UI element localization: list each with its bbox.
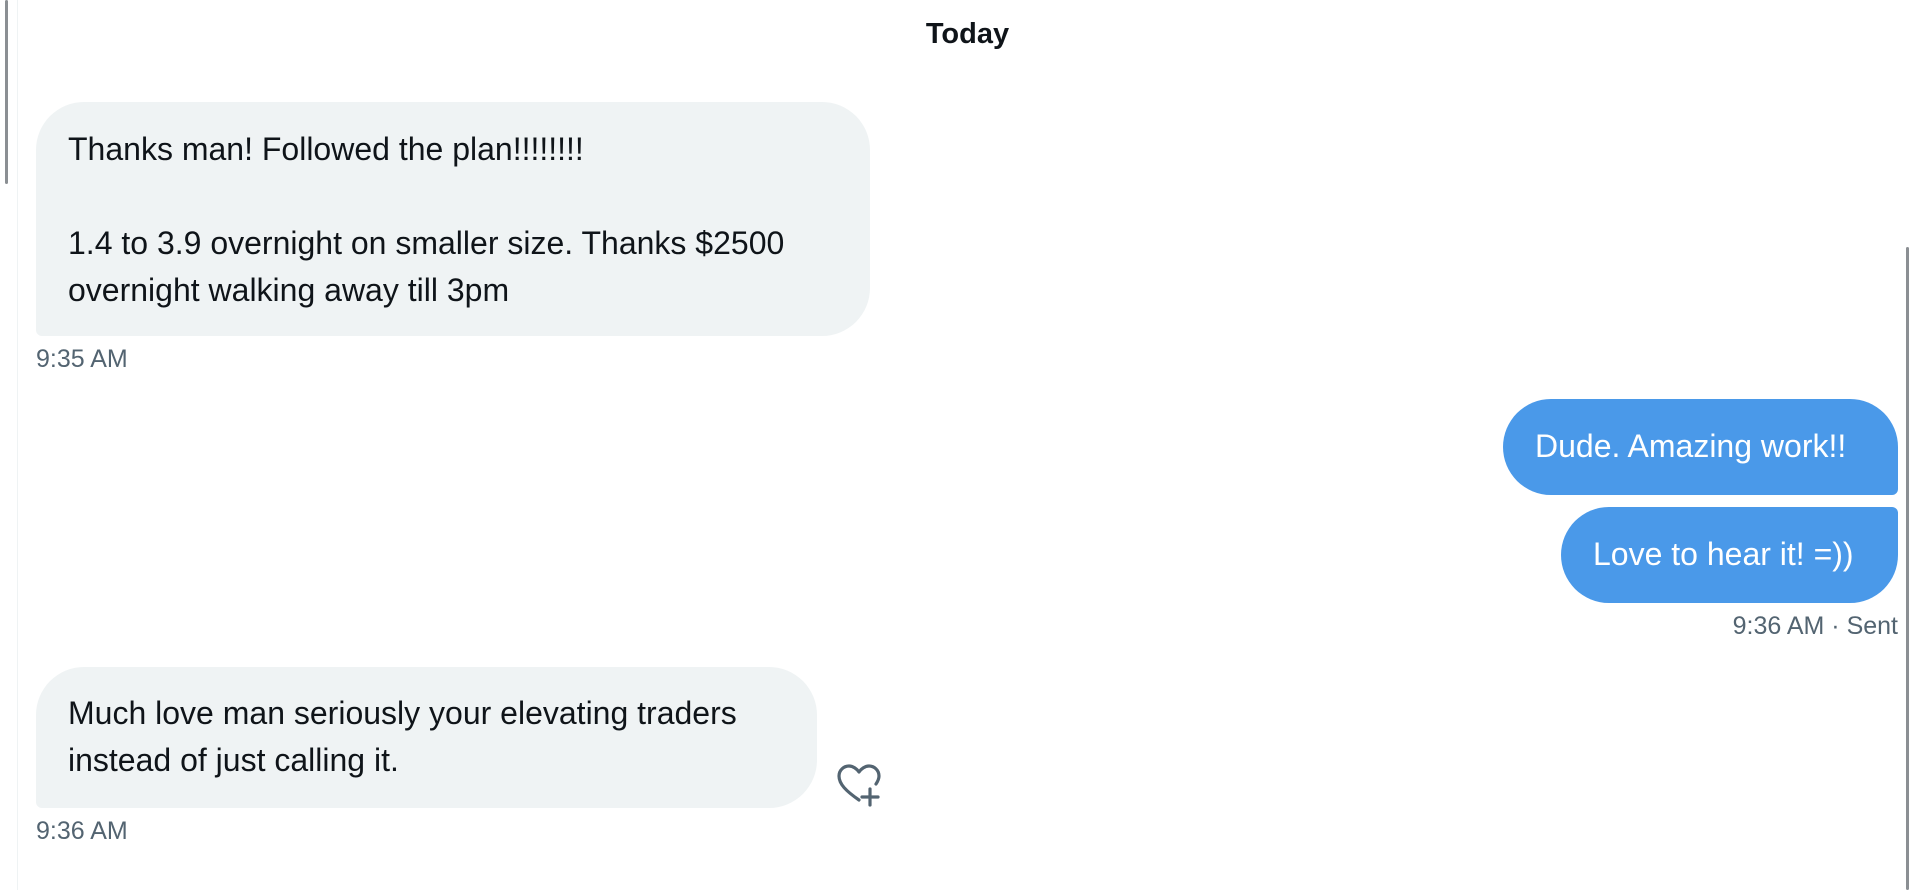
add-reaction-button[interactable]: [836, 762, 882, 808]
date-divider: Today: [925, 18, 1010, 50]
received-message-bubble[interactable]: Much love man seriously your elevating t…: [36, 667, 817, 808]
conversation-scrollbar-thumb[interactable]: [1906, 247, 1909, 890]
received-message-bubble[interactable]: Thanks man! Followed the plan!!!!!!!! 1.…: [36, 102, 870, 336]
sent-message-bubble[interactable]: Love to hear it! =)): [1561, 507, 1898, 603]
message-timestamp-sent-status: 9:36 AM · Sent: [1732, 612, 1898, 640]
column-divider: [17, 0, 18, 890]
heart-plus-icon: [837, 764, 881, 807]
sent-message-bubble[interactable]: Dude. Amazing work!!: [1503, 399, 1898, 495]
message-timestamp: 9:35 AM: [36, 345, 128, 373]
message-timestamp: 9:36 AM: [36, 817, 128, 845]
